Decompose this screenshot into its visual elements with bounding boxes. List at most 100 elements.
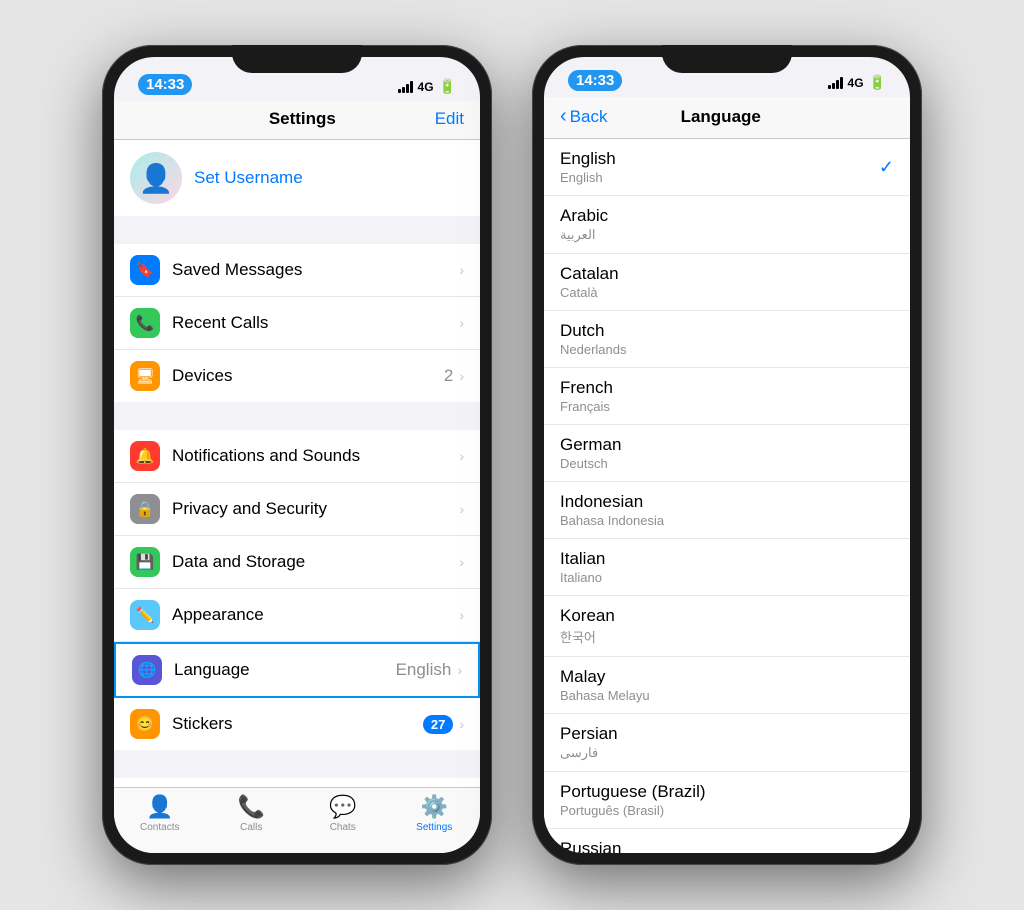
chats-tab-icon: 💬 <box>329 794 356 820</box>
settings-item-notifications[interactable]: 🔔 Notifications and Sounds › <box>114 430 480 483</box>
lang-german-name: German <box>560 435 621 455</box>
privacy-label: Privacy and Security <box>172 499 459 519</box>
lang-korean-text: Korean 한국어 <box>560 606 615 646</box>
tab-contacts[interactable]: 👤 Contacts <box>114 794 206 833</box>
lang-catalan[interactable]: Catalan Català <box>544 254 910 311</box>
nav-bar-language: ‹ Back Language <box>544 97 910 139</box>
lang-catalan-native: Català <box>560 285 619 300</box>
settings-item-data[interactable]: 💾 Data and Storage › <box>114 536 480 589</box>
calls-tab-icon: 📞 <box>238 794 265 820</box>
devices-value: 2 <box>444 366 453 386</box>
stickers-badge: 27 <box>423 715 453 734</box>
phone-settings: 14:33 4G 🔋 Settings Edit <box>102 45 492 865</box>
settings-item-language[interactable]: 🌐 Language English › <box>114 642 480 698</box>
appearance-label: Appearance <box>172 605 459 625</box>
chats-tab-label: Chats <box>330 822 356 833</box>
chevron-devices: › <box>459 368 464 384</box>
screen-language: 14:33 4G 🔋 ‹ Back L <box>544 57 910 853</box>
settings-item-appearance[interactable]: ✏️ Appearance › <box>114 589 480 642</box>
notifications-icon: 🔔 <box>130 441 160 471</box>
lang-italian-name: Italian <box>560 549 605 569</box>
lang-russian[interactable]: Russian Русский <box>544 829 910 853</box>
lang-italian[interactable]: Italian Italiano <box>544 539 910 596</box>
stickers-label: Stickers <box>172 714 423 734</box>
battery-1: 🔋 <box>439 78 456 95</box>
tab-bar: 👤 Contacts 📞 Calls 💬 Chats ⚙️ Settings <box>114 787 480 853</box>
screen-settings: 14:33 4G 🔋 Settings Edit <box>114 57 480 853</box>
tab-calls[interactable]: 📞 Calls <box>206 794 298 833</box>
settings-item-saved[interactable]: 🔖 Saved Messages › <box>114 244 480 297</box>
lang-indonesian-text: Indonesian Bahasa Indonesia <box>560 492 664 528</box>
battery-2: 🔋 <box>869 74 886 91</box>
chevron-calls: › <box>459 315 464 331</box>
settings-scroll[interactable]: 👤 Set Username 🔖 Saved Messages › <box>114 140 480 787</box>
lang-indonesian[interactable]: Indonesian Bahasa Indonesia <box>544 482 910 539</box>
bar1b <box>828 85 831 89</box>
phone-language: 14:33 4G 🔋 ‹ Back L <box>532 45 922 865</box>
lang-french-native: Français <box>560 399 613 414</box>
lang-malay[interactable]: Malay Bahasa Melayu <box>544 657 910 714</box>
back-button[interactable]: ‹ Back <box>560 105 607 128</box>
chevron-privacy: › <box>459 501 464 517</box>
lang-italian-native: Italiano <box>560 570 605 585</box>
lang-korean[interactable]: Korean 한국어 <box>544 596 910 657</box>
lang-catalan-text: Catalan Català <box>560 264 619 300</box>
settings-item-devices[interactable]: 🖥 Devices 2 › <box>114 350 480 402</box>
lang-arabic-name: Arabic <box>560 206 608 226</box>
lang-arabic-text: Arabic العربية <box>560 206 608 243</box>
settings-group-3: 💬 Ask a Question › ❓ Telegram FAQ › <box>114 778 480 787</box>
tab-settings[interactable]: ⚙️ Settings <box>389 794 481 833</box>
tab-chats[interactable]: 💬 Chats <box>297 794 389 833</box>
nav-title-settings: Settings <box>269 109 336 129</box>
status-time-1: 14:33 <box>138 74 192 95</box>
saved-messages-icon: 🔖 <box>130 255 160 285</box>
chevron-stickers: › <box>459 716 464 732</box>
lang-persian[interactable]: Persian فارسی <box>544 714 910 772</box>
lang-dutch-name: Dutch <box>560 321 627 341</box>
settings-item-stickers[interactable]: 😊 Stickers 27 › <box>114 698 480 750</box>
notifications-label: Notifications and Sounds <box>172 446 459 466</box>
set-username[interactable]: Set Username <box>194 168 303 188</box>
bar2 <box>402 87 405 93</box>
phones-container: 14:33 4G 🔋 Settings Edit <box>102 45 922 865</box>
settings-tab-icon: ⚙️ <box>421 794 448 820</box>
settings-item-ask[interactable]: 💬 Ask a Question › <box>114 778 480 787</box>
nav-title-language: Language <box>681 107 761 127</box>
back-chevron: ‹ <box>560 105 567 128</box>
contacts-tab-icon: 👤 <box>146 794 173 820</box>
lang-portuguese[interactable]: Portuguese (Brazil) Português (Brasil) <box>544 772 910 829</box>
lang-persian-name: Persian <box>560 724 618 744</box>
lang-dutch[interactable]: Dutch Nederlands <box>544 311 910 368</box>
appearance-icon: ✏️ <box>130 600 160 630</box>
settings-group-1: 🔖 Saved Messages › 📞 Recent Calls › <box>114 244 480 402</box>
saved-messages-label: Saved Messages <box>172 260 459 280</box>
avatar: 👤 <box>130 152 182 204</box>
language-list[interactable]: English English ✓ Arabic العربية Catalan… <box>544 139 910 853</box>
edit-button[interactable]: Edit <box>435 109 464 129</box>
chevron-language: › <box>457 662 462 678</box>
devices-icon: 🖥 <box>130 361 160 391</box>
lang-french[interactable]: French Français <box>544 368 910 425</box>
network-2: 4G <box>848 76 864 90</box>
lang-english-native: English <box>560 170 616 185</box>
status-time-2: 14:33 <box>568 70 622 91</box>
settings-item-calls[interactable]: 📞 Recent Calls › <box>114 297 480 350</box>
lang-arabic[interactable]: Arabic العربية <box>544 196 910 254</box>
signal-bars-1 <box>398 81 413 93</box>
settings-item-privacy[interactable]: 🔒 Privacy and Security › <box>114 483 480 536</box>
lang-german-text: German Deutsch <box>560 435 621 471</box>
bar4 <box>410 81 413 93</box>
lang-german[interactable]: German Deutsch <box>544 425 910 482</box>
lang-malay-native: Bahasa Melayu <box>560 688 650 703</box>
language-value: English <box>396 660 452 680</box>
chevron-saved: › <box>459 262 464 278</box>
language-label: Language <box>174 660 396 680</box>
privacy-icon: 🔒 <box>130 494 160 524</box>
chevron-data: › <box>459 554 464 570</box>
lang-english-text: English English <box>560 149 616 185</box>
language-icon: 🌐 <box>132 655 162 685</box>
lang-english[interactable]: English English ✓ <box>544 139 910 196</box>
lang-indonesian-name: Indonesian <box>560 492 664 512</box>
chevron-appearance: › <box>459 607 464 623</box>
chevron-notifications: › <box>459 448 464 464</box>
